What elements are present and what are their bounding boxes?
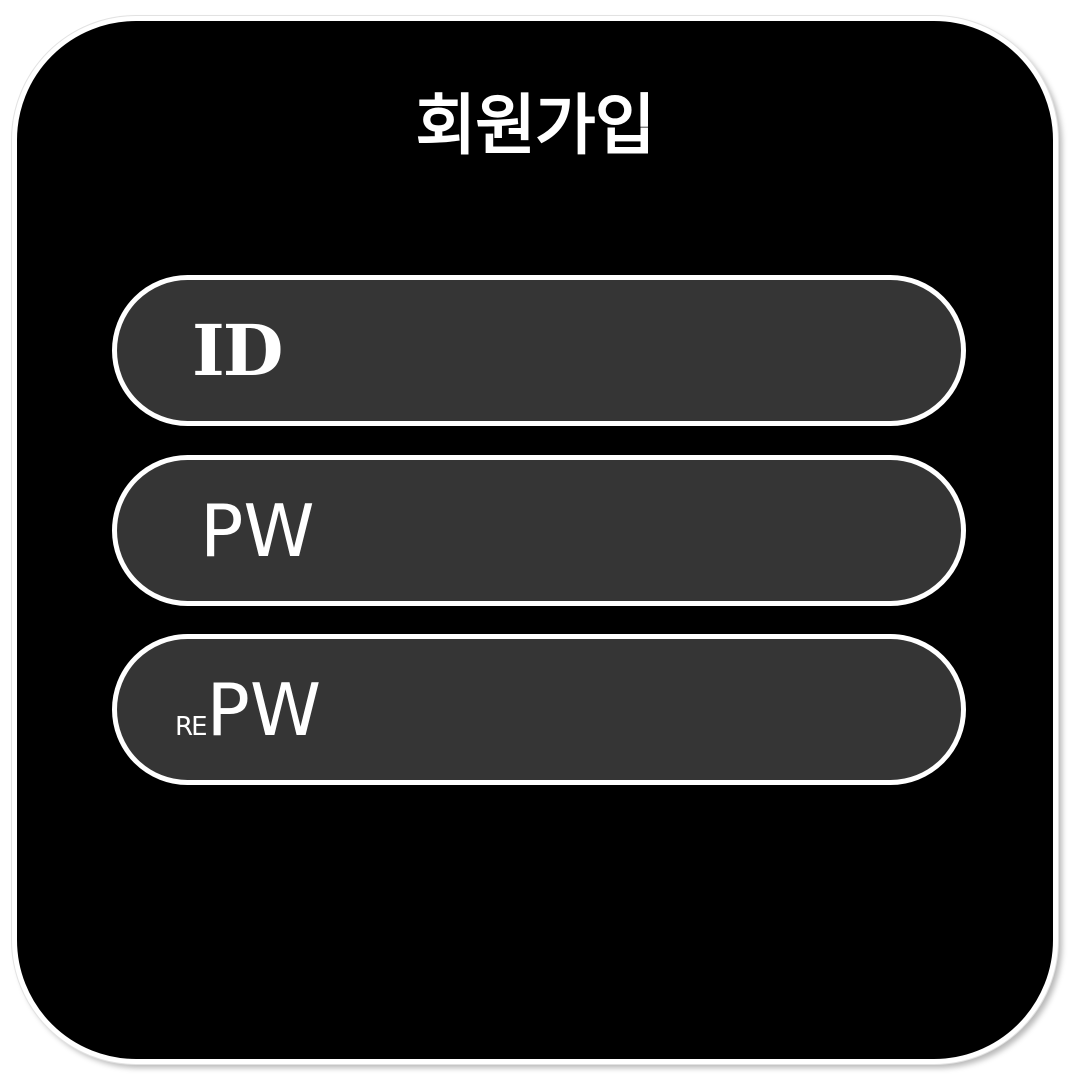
password-confirm-label-text: PW [206, 667, 322, 752]
id-label: ID [192, 308, 283, 392]
page-title: 회원가입 [415, 87, 656, 164]
password-confirm-label: RE PW [117, 674, 321, 746]
signup-card: 회원가입 ID PW RE PW [12, 16, 1058, 1064]
password-input[interactable]: PW [112, 455, 966, 606]
password-label: PW [200, 488, 315, 573]
password-confirm-prefix: RE [175, 711, 207, 742]
id-input[interactable]: ID [112, 275, 966, 426]
password-confirm-input[interactable]: RE PW [112, 634, 966, 785]
